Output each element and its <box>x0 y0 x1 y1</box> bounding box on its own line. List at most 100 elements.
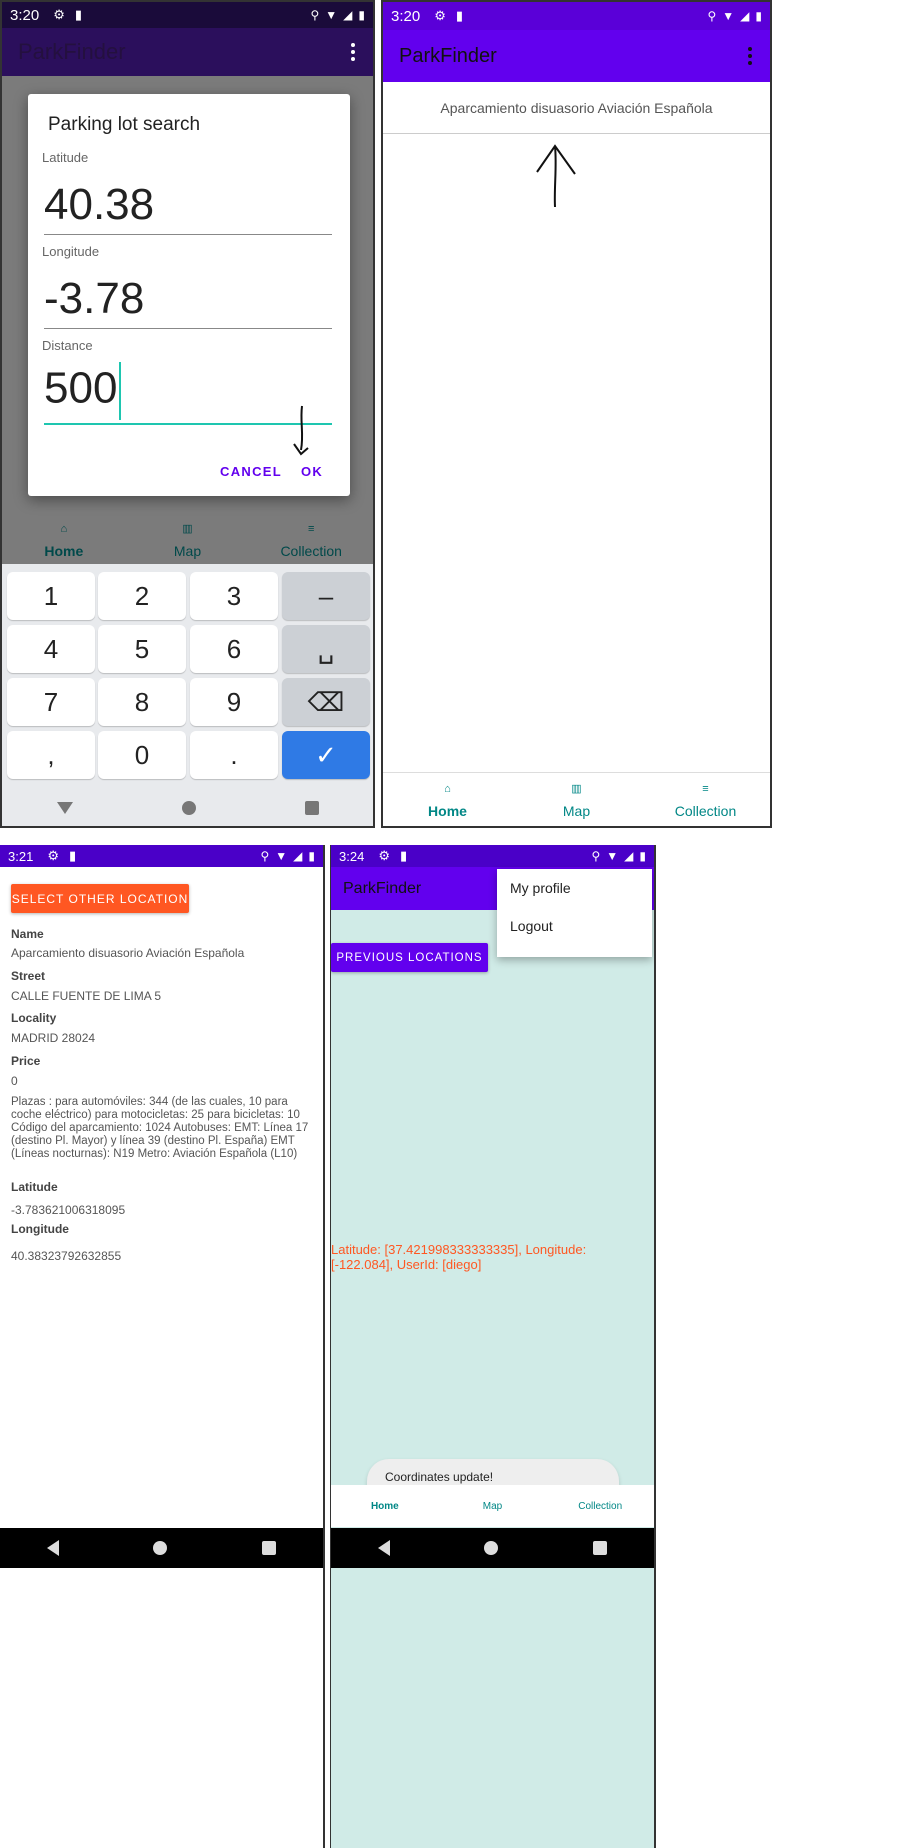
bottom-nav: ⌂ Home ▥ Map ≡ Collection <box>383 772 770 826</box>
signal-icon: ◢ <box>624 849 634 863</box>
recents-button[interactable] <box>261 1541 276 1555</box>
map-icon: ▥ <box>182 523 193 535</box>
key-space[interactable]: ␣ <box>282 625 370 673</box>
previous-locations-button[interactable]: PREVIOUS LOCATIONS <box>331 943 488 972</box>
screen-results-list: 3:20 ⚙ ▮ ⚲ ▼ ◢ ▮ ParkFinder Aparcamiento di… <box>381 0 772 828</box>
home-button[interactable] <box>484 1541 499 1555</box>
key-period[interactable]: . <box>190 731 278 779</box>
back-button[interactable] <box>56 802 73 814</box>
wifi-icon: ▼ <box>606 849 619 863</box>
cancel-button[interactable]: CANCEL <box>220 464 282 479</box>
system-nav-bar <box>331 1528 654 1568</box>
status-bar: 3:20 ⚙ ▮ ⚲ ▼ ◢ ▮ <box>2 2 373 28</box>
wifi-icon: ▼ <box>325 8 338 22</box>
price-label: Price <box>11 1054 41 1068</box>
nav-map-label: Map <box>173 543 202 559</box>
back-button[interactable] <box>47 1540 60 1556</box>
home-button[interactable] <box>181 801 196 815</box>
bottom-nav: Home Map Collection <box>331 1485 654 1527</box>
nav-collection[interactable]: ≡ Collection <box>249 517 373 564</box>
street-label: Street <box>11 969 46 983</box>
search-dialog: Parking lot search Latitude 40.38 Longit… <box>28 94 350 496</box>
status-icons: ⚲ ▼ ◢ ▮ <box>591 849 646 863</box>
nav-map[interactable]: ▥ Map <box>512 773 641 826</box>
latitude-input[interactable]: 40.38 <box>44 180 154 230</box>
latitude-label: Latitude <box>11 1180 58 1194</box>
key-done[interactable]: ✓ <box>282 731 370 779</box>
nav-collection-label: Collection <box>674 802 737 819</box>
sd-card-icon: ▮ <box>74 7 83 22</box>
screen-parking-detail: 3:21 ⚙ ▮ ⚲ ▼ ◢ ▮ SELECT OTHER LOCATION Name… <box>0 845 325 1848</box>
status-time: 3:24 <box>339 848 365 864</box>
nav-collection[interactable]: Collection <box>546 1485 654 1527</box>
status-time: 3:21 <box>8 848 34 864</box>
list-item-label: Aparcamiento disuasorio Aviación Español… <box>440 99 713 116</box>
locality-label: Locality <box>11 1011 57 1025</box>
nav-map[interactable]: Map <box>439 1485 547 1527</box>
list-item[interactable]: Aparcamiento disuasorio Aviación Español… <box>383 82 770 134</box>
status-bar: 3:20 ⚙ ▮ ⚲ ▼ ◢ ▮ <box>383 2 770 30</box>
menu-item-logout[interactable]: Logout <box>497 907 652 945</box>
distance-input[interactable]: 500 <box>44 362 122 420</box>
sd-card-icon: ▮ <box>68 848 77 863</box>
app-bar: ParkFinder <box>383 30 770 82</box>
battery-icon: ▮ <box>358 8 365 22</box>
status-bar: 3:24 ⚙ ▮ ⚲ ▼ ◢ ▮ <box>331 845 654 867</box>
app-title: ParkFinder <box>18 39 126 64</box>
list-icon: ≡ <box>307 522 315 535</box>
status-bar: 3:21 ⚙ ▮ ⚲ ▼ ◢ ▮ <box>0 845 323 867</box>
key-4[interactable]: 4 <box>7 625 95 673</box>
app-bar: ParkFinder <box>2 28 373 76</box>
location-icon: ⚲ <box>591 849 601 863</box>
battery-icon: ▮ <box>755 9 762 23</box>
nav-map-label: Map <box>482 1500 503 1512</box>
text-cursor <box>119 362 122 420</box>
key-minus[interactable]: – <box>282 572 370 620</box>
key-comma[interactable]: , <box>7 731 95 779</box>
menu-item-my-profile[interactable]: My profile <box>497 869 652 907</box>
description-text: Plazas : para automóviles: 344 (de las c… <box>11 1096 309 1160</box>
name-label: Name <box>11 927 44 941</box>
nav-home[interactable]: ⌂ Home <box>2 517 126 564</box>
bottom-nav: ⌂ Home ▥ Map ≡ Collection <box>2 517 373 564</box>
longitude-label: Longitude <box>42 244 100 259</box>
wifi-icon: ▼ <box>722 9 735 23</box>
price-value: 0 <box>11 1074 18 1088</box>
ok-button[interactable]: OK <box>301 464 323 479</box>
longitude-underline <box>44 328 332 329</box>
back-button[interactable] <box>378 1540 391 1556</box>
select-other-location-button[interactable]: SELECT OTHER LOCATION <box>11 884 189 913</box>
key-backspace[interactable]: ⌫ <box>282 678 370 726</box>
nav-collection-label: Collection <box>578 1500 623 1512</box>
overflow-menu-icon[interactable] <box>351 43 355 61</box>
key-6[interactable]: 6 <box>190 625 278 673</box>
distance-value: 500 <box>44 363 118 413</box>
recents-button[interactable] <box>304 801 319 815</box>
battery-icon: ▮ <box>639 849 646 863</box>
nav-collection[interactable]: ≡ Collection <box>641 773 770 826</box>
longitude-input[interactable]: -3.78 <box>44 274 144 324</box>
nav-home-label: Home <box>44 542 84 559</box>
home-button[interactable] <box>153 1541 168 1555</box>
home-icon: ⌂ <box>60 522 68 535</box>
nav-home[interactable]: ⌂ Home <box>383 773 512 826</box>
key-9[interactable]: 9 <box>190 678 278 726</box>
key-0[interactable]: 0 <box>98 731 186 779</box>
key-3[interactable]: 3 <box>190 572 278 620</box>
signal-icon: ◢ <box>293 849 303 863</box>
nav-map[interactable]: ▥ Map <box>126 517 250 564</box>
numeric-keyboard: 1 2 3 – 4 5 6 ␣ 7 8 9 ⌫ , 0 . ✓ <box>2 564 373 826</box>
key-2[interactable]: 2 <box>98 572 186 620</box>
screen-search-dialog: 3:20 ⚙ ▮ ⚲ ▼ ◢ ▮ ParkFinder Parking lot sea… <box>0 0 375 828</box>
key-1[interactable]: 1 <box>7 572 95 620</box>
recents-button[interactable] <box>592 1541 607 1555</box>
key-8[interactable]: 8 <box>98 678 186 726</box>
settings-icon: ⚙ <box>53 7 65 22</box>
nav-home[interactable]: Home <box>331 1485 439 1527</box>
latitude-label: Latitude <box>42 150 89 165</box>
location-icon: ⚲ <box>310 8 320 22</box>
key-7[interactable]: 7 <box>7 678 95 726</box>
nav-home-label: Home <box>428 802 467 819</box>
overflow-menu-icon[interactable] <box>748 47 752 65</box>
key-5[interactable]: 5 <box>98 625 186 673</box>
